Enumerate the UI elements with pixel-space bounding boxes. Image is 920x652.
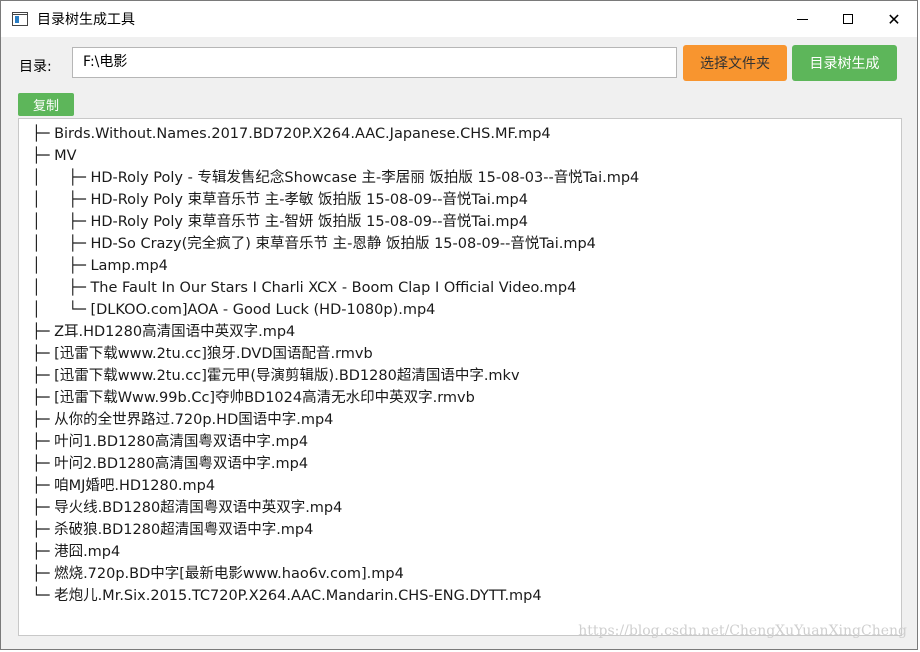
tree-line: ├─ Z耳.HD1280高清国语中英双字.mp4 — [32, 324, 296, 340]
tree-line: ├─ 杀破狼.BD1280超清国粤双语中字.mp4 — [32, 522, 314, 538]
window-title: 目录树生成工具 — [37, 12, 135, 28]
tree-line: │ ├─ HD-Roly Poly - 专辑发售纪念Showcase 主-李居丽… — [32, 170, 640, 186]
tree-line: ├─ [迅雷下载www.2tu.cc]霍元甲(导演剪辑版).BD1280超清国语… — [32, 368, 520, 384]
tree-line: │ ├─ HD-So Crazy(完全疯了) 束草音乐节 主-恩静 饭拍版 15… — [32, 236, 596, 252]
window-controls: ✕ — [779, 1, 917, 37]
copy-button[interactable]: 复制 — [18, 93, 74, 116]
tree-line: ├─ 燃烧.720p.BD中字[最新电影www.hao6v.com].mp4 — [32, 566, 404, 582]
tree-line: ├─ 叶问1.BD1280高清国粤双语中字.mp4 — [32, 434, 309, 450]
tree-line: │ ├─ The Fault In Our Stars I Charli XCX… — [32, 280, 577, 296]
tree-output[interactable]: ├─ Birds.Without.Names.2017.BD720P.X264.… — [18, 118, 902, 636]
directory-input[interactable]: F:\电影 — [72, 47, 677, 78]
tree-line: ├─ 咱MJ婚吧.HD1280.mp4 — [32, 478, 216, 494]
tree-line: ├─ 导火线.BD1280超清国粤双语中英双字.mp4 — [32, 500, 343, 516]
directory-label: 目录: — [19, 59, 52, 75]
tree-line: ├─ 港囧.mp4 — [32, 544, 121, 560]
toolbar: 目录: F:\电影 选择文件夹 目录树生成 — [1, 39, 917, 91]
tree-line: │ ├─ HD-Roly Poly 束草音乐节 主-智妍 饭拍版 15-08-0… — [32, 214, 528, 230]
minimize-button[interactable] — [779, 1, 825, 37]
watermark: https://blog.csdn.net/ChengXuYuanXingChe… — [578, 623, 907, 639]
tree-line: ├─ 从你的全世界路过.720p.HD国语中字.mp4 — [32, 412, 334, 428]
tree-line: ├─ [迅雷下载www.2tu.cc]狼牙.DVD国语配音.rmvb — [32, 346, 373, 362]
maximize-button[interactable] — [825, 1, 871, 37]
app-icon — [12, 12, 28, 26]
tree-line: ├─ [迅雷下载Www.99b.Cc]夺帅BD1024高清无水印中英双字.rmv… — [32, 390, 475, 406]
title-bar[interactable]: 目录树生成工具 ✕ — [1, 1, 917, 37]
generate-tree-button[interactable]: 目录树生成 — [792, 45, 897, 81]
tree-line: │ ├─ Lamp.mp4 — [32, 258, 168, 274]
tree-line: │ ├─ HD-Roly Poly 束草音乐节 主-孝敏 饭拍版 15-08-0… — [32, 192, 528, 208]
tree-line: ├─ 叶问2.BD1280高清国粤双语中字.mp4 — [32, 456, 309, 472]
tree-line: ├─ Birds.Without.Names.2017.BD720P.X264.… — [32, 126, 551, 142]
tree-line: ├─ MV — [32, 148, 77, 164]
tree-line: └─ 老炮儿.Mr.Six.2015.TC720P.X264.AAC.Manda… — [32, 588, 542, 604]
choose-folder-button[interactable]: 选择文件夹 — [683, 45, 787, 81]
app-window: 目录树生成工具 ✕ 目录: F:\电影 选择文件夹 目录树生成 复制 ├─ Bi… — [0, 0, 918, 650]
close-button[interactable]: ✕ — [871, 1, 917, 37]
tree-line: │ └─ [DLKOO.com]AOA - Good Luck (HD-1080… — [32, 302, 436, 318]
